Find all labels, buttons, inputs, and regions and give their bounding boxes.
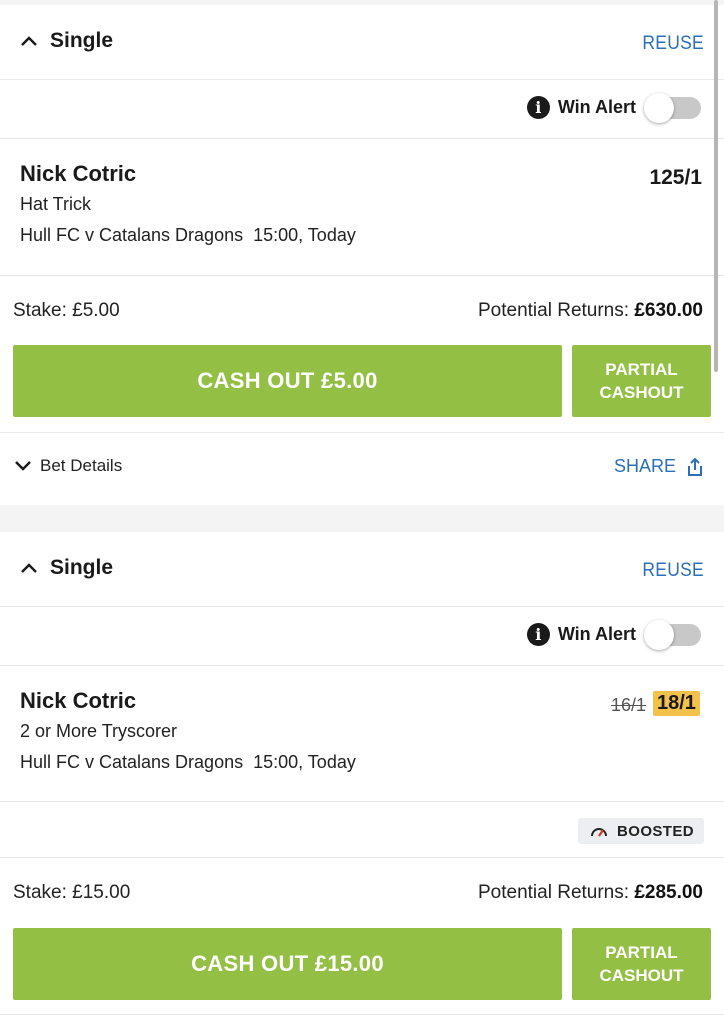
chevron-up-icon bbox=[21, 36, 37, 46]
win-alert-toggle[interactable] bbox=[644, 93, 702, 123]
bet-details-label: Bet Details bbox=[40, 456, 123, 475]
bet-type-label: Single bbox=[50, 556, 114, 579]
share-button[interactable]: SHARE bbox=[614, 456, 704, 477]
event-info: Hull FC v Catalans Dragons 15:00, Today bbox=[20, 225, 356, 245]
info-icon[interactable]: i bbox=[526, 95, 550, 119]
partial-cashout-button[interactable]: PARTIAL CASHOUT bbox=[572, 345, 711, 417]
returns-label: Potential Returns: bbox=[478, 300, 630, 321]
chevron-up-icon bbox=[21, 563, 37, 573]
potential-returns: Potential Returns: £285.00 bbox=[478, 882, 703, 904]
partial-line2: CASHOUT bbox=[599, 383, 684, 402]
bet-type-header[interactable]: Single bbox=[20, 556, 113, 580]
boosted-odds: 18/1 bbox=[653, 691, 700, 716]
reuse-button[interactable]: REUSE bbox=[642, 33, 704, 55]
partial-cashout-button[interactable]: PARTIAL CASHOUT bbox=[572, 928, 711, 1000]
info-icon[interactable]: i bbox=[526, 622, 550, 646]
win-alert: i Win Alert bbox=[526, 93, 702, 123]
bet-details-toggle[interactable]: Bet Details bbox=[14, 456, 122, 476]
boosted-badge: BOOSTED bbox=[578, 818, 704, 844]
returns-label: Potential Returns: bbox=[478, 882, 630, 903]
speedometer-icon bbox=[591, 828, 608, 837]
win-alert-toggle[interactable] bbox=[644, 620, 702, 650]
selection-name: Nick Cotric bbox=[20, 688, 137, 713]
win-alert-label: Win Alert bbox=[557, 623, 636, 644]
chevron-down-icon bbox=[15, 461, 31, 471]
scrollbar[interactable] bbox=[714, 0, 718, 372]
partial-line2: CASHOUT bbox=[599, 966, 684, 985]
share-label: SHARE bbox=[613, 456, 676, 476]
partial-line1: PARTIAL bbox=[605, 360, 678, 379]
win-alert: i Win Alert bbox=[526, 620, 702, 650]
boosted-label: BOOSTED bbox=[617, 822, 694, 840]
returns-value: £285.00 bbox=[634, 882, 703, 903]
selection-name: Nick Cotric bbox=[20, 161, 137, 186]
partial-line1: PARTIAL bbox=[605, 943, 678, 962]
bet-type-header[interactable]: Single bbox=[20, 29, 113, 53]
win-alert-label: Win Alert bbox=[557, 96, 636, 117]
original-odds: 16/1 bbox=[611, 695, 647, 715]
stake-text: Stake: £5.00 bbox=[13, 300, 120, 321]
cash-out-button[interactable]: CASH OUT £5.00 bbox=[13, 345, 562, 417]
share-icon bbox=[688, 457, 702, 476]
returns-value: £630.00 bbox=[634, 300, 703, 321]
stake-text: Stake: £15.00 bbox=[13, 882, 131, 903]
bet-type-label: Single bbox=[50, 29, 114, 52]
odds-value: 125/1 bbox=[649, 166, 702, 189]
reuse-button[interactable]: REUSE bbox=[642, 560, 704, 582]
market-name: 2 or More Tryscorer bbox=[20, 721, 178, 741]
market-name: Hat Trick bbox=[20, 194, 92, 214]
bet-card: Single REUSE i Win Alert Nick Cotric 125… bbox=[0, 5, 724, 505]
bet-card: Single REUSE i Win Alert Nick Cotric 16/… bbox=[0, 532, 724, 1024]
potential-returns: Potential Returns: £630.00 bbox=[478, 300, 703, 322]
event-info: Hull FC v Catalans Dragons 15:00, Today bbox=[20, 752, 356, 772]
cash-out-button[interactable]: CASH OUT £15.00 bbox=[13, 928, 562, 1000]
